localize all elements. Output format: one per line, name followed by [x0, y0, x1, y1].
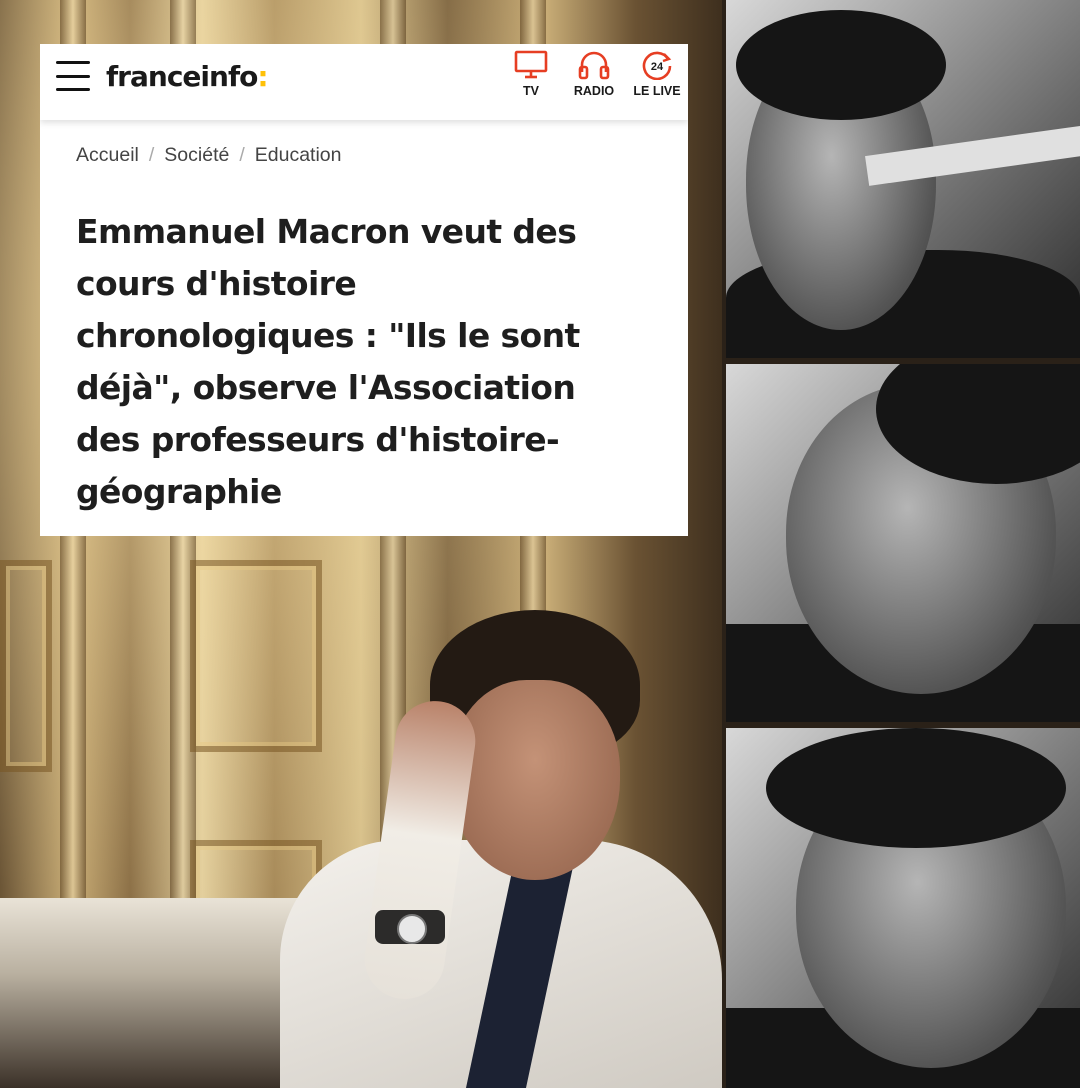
- desk-papers: [0, 898, 320, 1088]
- person-facepalm: [280, 610, 722, 1088]
- top-bar: franceinfo: TV RADIO 24 LE LIVE: [40, 44, 688, 120]
- breadcrumb-societe[interactable]: Société: [164, 144, 229, 166]
- nav-radio[interactable]: RADIO: [564, 50, 624, 98]
- tv-icon: [514, 50, 548, 79]
- live-24-icon: 24: [642, 51, 672, 80]
- nav-live[interactable]: 24 LE LIVE: [627, 50, 687, 98]
- breadcrumb-separator: /: [239, 144, 245, 166]
- breadcrumb-education[interactable]: Education: [255, 144, 342, 166]
- breadcrumb-accueil[interactable]: Accueil: [76, 144, 139, 166]
- bw-portrait-bottom: [726, 728, 1080, 1088]
- nav-live-label: LE LIVE: [633, 84, 681, 98]
- franceinfo-logo[interactable]: franceinfo:: [106, 60, 269, 93]
- breadcrumb-separator: /: [148, 144, 155, 166]
- live-24-text: 24: [651, 61, 664, 73]
- nav-tv[interactable]: TV: [501, 50, 561, 98]
- nav-radio-label: RADIO: [573, 84, 615, 98]
- menu-icon[interactable]: [56, 61, 90, 91]
- breadcrumb: Accueil / Société / Education: [76, 144, 342, 167]
- bw-portrait-top: [726, 0, 1080, 358]
- article-card: franceinfo: TV RADIO 24 LE LIVE Accueil …: [40, 44, 688, 536]
- headphones-icon: [578, 51, 610, 80]
- gilded-frame: [0, 560, 52, 772]
- bw-portrait-middle: [726, 364, 1080, 722]
- article-title: Emmanuel Macron veut des cours d'histoir…: [76, 212, 580, 511]
- nav-tv-label: TV: [523, 84, 539, 98]
- wristwatch: [375, 910, 445, 944]
